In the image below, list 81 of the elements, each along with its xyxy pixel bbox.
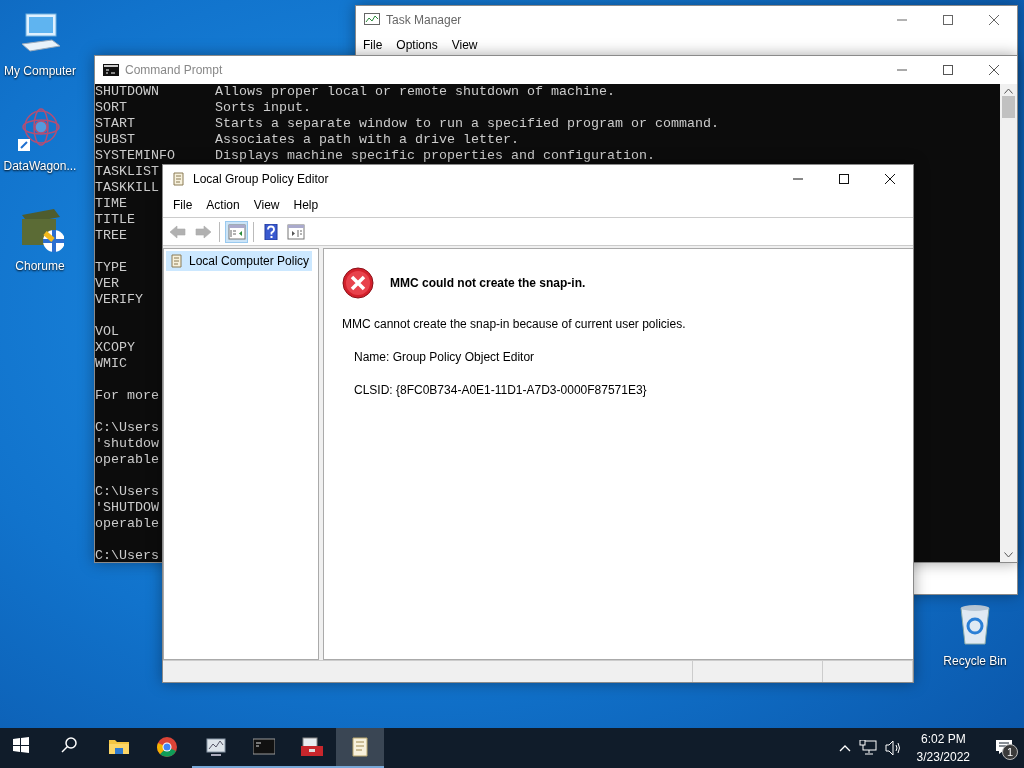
console-text: Associates a path with a drive letter. bbox=[215, 132, 519, 148]
scroll-thumb[interactable] bbox=[1002, 96, 1015, 118]
console-text: 'shutdow bbox=[95, 436, 159, 452]
toolbox-icon bbox=[301, 737, 323, 757]
console-icon bbox=[253, 737, 275, 757]
scroll-up-icon[interactable] bbox=[1004, 88, 1013, 94]
console-text: C:\Users bbox=[95, 548, 159, 564]
volume-icon[interactable] bbox=[884, 740, 903, 756]
icon-label: Chorume bbox=[15, 258, 65, 275]
console-text: Sorts input. bbox=[215, 100, 311, 116]
clock[interactable]: 6:02 PM 3/23/2022 bbox=[910, 730, 976, 766]
console-text: C:\Users bbox=[95, 484, 159, 500]
console-text: TITLE bbox=[95, 212, 135, 228]
console-text: operable bbox=[95, 452, 159, 468]
window-title: Task Manager bbox=[386, 12, 463, 29]
console-tree-icon bbox=[227, 223, 246, 240]
menu-item[interactable]: View bbox=[444, 36, 485, 54]
console-text: C:\Users bbox=[95, 420, 159, 436]
error-message: MMC cannot create the snap-in because of current user policies. bbox=[342, 316, 687, 333]
console-text: START bbox=[95, 116, 136, 132]
menu-item[interactable]: Options bbox=[389, 36, 445, 54]
network-icon[interactable] bbox=[858, 740, 877, 756]
maximize-icon bbox=[942, 65, 954, 75]
console-text: XCOPY bbox=[95, 340, 135, 356]
window-title: Local Group Policy Editor bbox=[193, 171, 330, 188]
console-text: For more bbox=[95, 388, 159, 404]
scrollbar[interactable] bbox=[1000, 84, 1017, 562]
icon-label: DataWagon... bbox=[3, 158, 77, 175]
maximize-icon bbox=[942, 15, 954, 25]
console-text: Allows proper local or remote shutdown of machine. bbox=[215, 84, 615, 100]
action-pane-icon bbox=[286, 223, 305, 240]
console-text: SUBST bbox=[95, 132, 136, 148]
menu-item[interactable]: File bbox=[356, 36, 390, 54]
chart-icon bbox=[364, 13, 380, 27]
error-icon bbox=[342, 267, 374, 299]
console-text: TASKKILL bbox=[95, 180, 159, 196]
console-text: 'SHUTDOW bbox=[95, 500, 159, 516]
close-icon bbox=[988, 65, 1000, 75]
console-text: SORT bbox=[95, 100, 128, 116]
window-title: Command Prompt bbox=[125, 62, 224, 79]
menu-item[interactable]: View bbox=[246, 196, 287, 214]
error-detail: CLSID: {8FC0B734-A0E1-11D1-A7D3-0000F87571E3} bbox=[354, 382, 648, 399]
chevron-up-icon[interactable] bbox=[838, 744, 851, 752]
notification-button[interactable]: 1 bbox=[984, 728, 1024, 768]
maximize-icon bbox=[838, 174, 850, 184]
icon-label: Recycle Bin bbox=[943, 653, 1007, 670]
console-text: Starts a separate window to run a specified program or command. bbox=[215, 116, 719, 132]
scroll-icon bbox=[171, 171, 187, 187]
menu-item[interactable]: Help bbox=[286, 196, 326, 214]
console-text: TIME bbox=[95, 196, 127, 212]
folder-icon bbox=[109, 737, 131, 757]
scroll-icon bbox=[169, 253, 185, 269]
menu-item[interactable]: Action bbox=[199, 196, 247, 214]
tree-item[interactable]: Local Computer Policy bbox=[166, 251, 313, 271]
notification-count: 1 bbox=[1002, 744, 1018, 760]
console-text: operable bbox=[95, 516, 159, 532]
console-text: TREE bbox=[95, 228, 127, 244]
console-icon bbox=[103, 64, 119, 76]
console-text: TYPE bbox=[95, 260, 127, 276]
forward-arrow-icon bbox=[193, 223, 212, 240]
scroll-icon bbox=[349, 737, 371, 757]
taskbar-button[interactable] bbox=[336, 728, 384, 768]
console-text: VER bbox=[95, 276, 119, 292]
console-text: Displays machine specific properties and configuration. bbox=[215, 148, 655, 164]
console-text: SHUTDOWN bbox=[95, 84, 160, 100]
console-text: TASKLIST bbox=[95, 164, 159, 180]
browser-icon bbox=[157, 737, 179, 757]
error-heading: MMC could not create the snap-in. bbox=[390, 275, 586, 292]
error-detail: Name: Group Policy Object Editor bbox=[354, 349, 536, 366]
close-icon bbox=[884, 174, 896, 184]
icon-label: My Computer bbox=[4, 63, 76, 80]
scroll-down-icon[interactable] bbox=[1004, 552, 1013, 558]
monitor-chart-icon bbox=[205, 737, 227, 757]
help-icon bbox=[261, 223, 280, 240]
console-text: SYSTEMINFO bbox=[95, 148, 176, 164]
close-icon bbox=[988, 15, 1000, 25]
console-text: VOL bbox=[95, 324, 119, 340]
console-text: VERIFY bbox=[95, 292, 143, 308]
console-text: WMIC bbox=[95, 356, 127, 372]
menu-item[interactable]: File bbox=[166, 196, 200, 214]
back-arrow-icon bbox=[168, 223, 187, 240]
